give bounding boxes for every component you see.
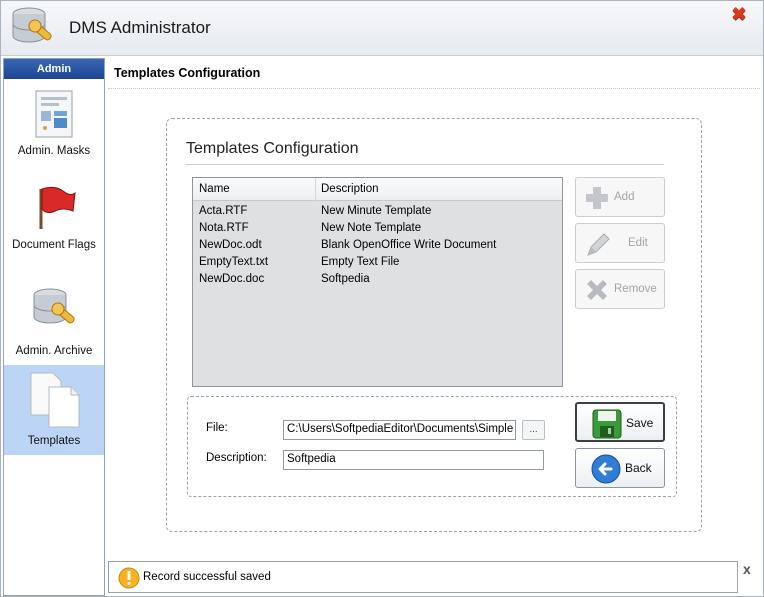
cell-name: Nota.RTF <box>199 222 249 234</box>
remove-button[interactable]: Remove <box>575 269 665 309</box>
divider <box>108 88 760 89</box>
pencil-icon <box>587 233 610 256</box>
sidebar-item-label: Templates <box>27 435 81 447</box>
status-message: Record successful saved <box>143 571 271 583</box>
description-field[interactable]: Softpedia <box>283 450 544 470</box>
list-row[interactable]: NewDoc.doc Softpedia <box>193 272 562 289</box>
cell-name: EmptyText.txt <box>199 256 269 268</box>
cell-description: Empty Text File <box>321 256 400 268</box>
red-flag-icon <box>39 186 76 229</box>
templates-pages-icon <box>30 372 80 428</box>
add-button[interactable]: Add <box>575 177 665 217</box>
form-document-icon <box>35 90 73 138</box>
sidebar-item-templates[interactable]: Templates <box>4 365 104 455</box>
cell-description: Blank OpenOffice Write Document <box>321 239 497 251</box>
column-divider[interactable] <box>315 178 316 201</box>
panel-title: Templates Configuration <box>186 140 359 157</box>
plus-icon <box>586 187 608 209</box>
x-mark-icon <box>587 280 607 300</box>
save-button-label: Save <box>626 416 654 430</box>
cell-name: NewDoc.doc <box>199 273 265 285</box>
sidebar-item-label: Admin. Masks <box>17 145 91 157</box>
sidebar-item-admin-archive[interactable]: Admin. Archive <box>4 285 104 363</box>
cell-name: NewDoc.odt <box>199 239 262 251</box>
divider <box>185 164 664 165</box>
list-row[interactable]: NewDoc.odt Blank OpenOffice Write Docume… <box>193 238 562 255</box>
back-arrow-icon <box>591 454 621 484</box>
list-row[interactable]: Acta.RTF New Minute Template <box>193 204 562 221</box>
column-header-description[interactable]: Description <box>321 183 379 195</box>
floppy-disk-icon <box>592 409 622 439</box>
database-wrench-icon <box>33 288 75 324</box>
title-bar: DMS Administrator ✖ <box>1 1 763 56</box>
column-header-name[interactable]: Name <box>199 183 230 195</box>
sidebar-header: Admin <box>4 59 104 79</box>
warning-icon <box>118 567 140 589</box>
cell-description: New Minute Template <box>321 205 432 217</box>
cell-description: Softpedia <box>321 273 370 285</box>
status-bar: Record successful saved <box>108 561 738 593</box>
window-title: DMS Administrator <box>69 18 211 37</box>
list-row[interactable]: EmptyText.txt Empty Text File <box>193 255 562 272</box>
sidebar: Admin Admin. Masks Document Flags Admin.… <box>3 58 105 596</box>
close-icon[interactable]: ✖ <box>730 5 748 23</box>
close-icon[interactable]: x <box>743 561 751 577</box>
browse-button[interactable]: ... <box>522 420 545 440</box>
list-header: Name Description <box>193 178 562 201</box>
page-title: Templates Configuration <box>114 66 261 80</box>
sidebar-item-label: Admin. Archive <box>15 345 93 357</box>
templates-list[interactable]: Name Description Acta.RTF New Minute Tem… <box>192 177 563 387</box>
sidebar-item-label: Document Flags <box>12 239 96 251</box>
sidebar-item-admin-masks[interactable]: Admin. Masks <box>4 89 104 169</box>
add-button-label: Add <box>614 191 635 203</box>
file-label: File: <box>206 422 228 434</box>
back-button-label: Back <box>625 461 652 475</box>
back-button[interactable]: Back <box>575 448 665 488</box>
edit-button[interactable]: Edit <box>575 223 665 263</box>
cell-description: New Note Template <box>321 222 422 234</box>
save-button[interactable]: Save <box>575 402 665 442</box>
list-row[interactable]: Nota.RTF New Note Template <box>193 221 562 238</box>
cell-name: Acta.RTF <box>199 205 248 217</box>
file-path-field[interactable]: C:\Users\SoftpediaEditor\Documents\Simpl… <box>283 420 516 440</box>
sidebar-item-document-flags[interactable]: Document Flags <box>4 183 104 273</box>
description-label: Description: <box>206 452 267 464</box>
remove-button-label: Remove <box>614 283 657 295</box>
database-wrench-icon <box>12 7 52 43</box>
edit-button-label: Edit <box>628 237 648 249</box>
